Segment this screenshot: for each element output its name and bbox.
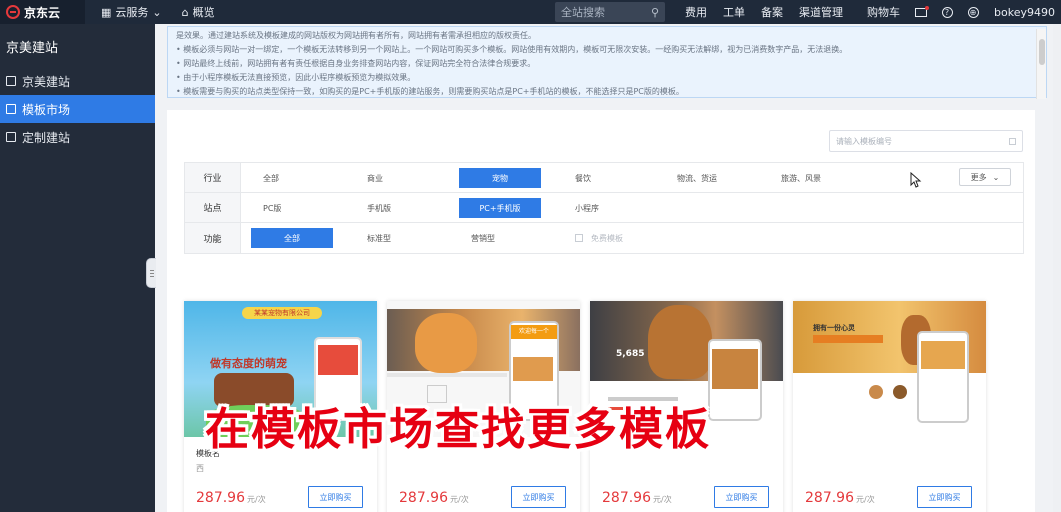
sidebar-item-jingmei-site[interactable]: 京美建站	[0, 67, 155, 95]
chevron-down-icon: ⌄	[992, 172, 1000, 182]
price-unit: 元/次	[653, 495, 672, 504]
jdcloud-logo-icon	[6, 5, 20, 19]
price-value: 287.96	[602, 490, 651, 506]
template-tag: 西	[196, 464, 204, 473]
price-unit: 元/次	[856, 495, 875, 504]
filter-row-industry: 行业 全部 商业 宠物 餐饮 物流、货运 旅游、风景 更多 ⌄	[185, 163, 1023, 193]
home-icon: ⌂	[181, 5, 189, 19]
billing-link[interactable]: 费用	[677, 0, 715, 24]
buy-now-button[interactable]: 立即购买	[308, 486, 363, 508]
filter-table: 行业 全部 商业 宠物 餐饮 物流、货运 旅游、风景 更多 ⌄ 站点 PC版 手…	[184, 162, 1024, 254]
more-button[interactable]: 更多 ⌄	[959, 168, 1011, 186]
ticket-link[interactable]: 工单	[715, 0, 753, 24]
custom-icon	[6, 132, 16, 142]
filter-row-site: 站点 PC版 手机版 PC+手机版 小程序	[185, 193, 1023, 223]
notice-line: • 网站最终上线前，网站拥有者有责任根据自身业务排查网站内容，保证网站完全符合法…	[176, 59, 536, 68]
filter-option[interactable]: 商业	[355, 168, 437, 188]
template-search[interactable]	[829, 130, 1023, 152]
company-banner: 某某宠物有限公司	[242, 307, 322, 319]
more-label: 更多	[970, 172, 987, 182]
chevron-down-icon: ⌄	[152, 5, 162, 19]
template-price: 287.96 元/次	[805, 490, 875, 506]
global-search[interactable]: ⚲	[555, 2, 665, 22]
filter-option[interactable]: 营销型	[459, 228, 541, 248]
filter-option[interactable]: 小程序	[563, 198, 645, 218]
buy-now-button[interactable]: 立即购买	[917, 486, 972, 508]
help-icon[interactable]: ?	[940, 5, 954, 19]
channel-management-link[interactable]: 渠道管理	[791, 0, 851, 24]
grid-icon: ▦	[101, 5, 112, 19]
price-value: 287.96	[805, 490, 854, 506]
price-value: 287.96	[399, 490, 448, 506]
banner-text: 欢迎每一个	[511, 325, 557, 339]
username[interactable]: bokey9490	[986, 0, 1061, 24]
template-price: 287.96 元/次	[399, 490, 469, 506]
sidebar-item-label: 京美建站	[22, 74, 71, 89]
filter-row-function: 功能 全部 标准型 营销型 免费模板	[185, 223, 1023, 253]
checkbox-icon	[575, 234, 583, 242]
buy-now-button[interactable]: 立即购买	[511, 486, 566, 508]
mail-icon[interactable]	[914, 5, 930, 19]
filter-label: 站点	[185, 193, 241, 222]
filter-option[interactable]: PC版	[251, 198, 333, 218]
price-unit: 元/次	[450, 495, 469, 504]
global-search-input[interactable]	[561, 5, 641, 19]
template-icon	[6, 104, 16, 114]
banner-text: 做有态度的萌宠	[210, 357, 287, 370]
notice-line: 是效果。通过建站系统及模板建成的网站版权为网站拥有者所有，网站拥有者需承担相应的…	[176, 31, 536, 40]
filter-option[interactable]: 标准型	[355, 228, 437, 248]
notice-line: • 模板需要与购买的站点类型保持一致，如购买的是PC+手机版的建站服务，则需要购…	[176, 87, 684, 96]
filter-option[interactable]: 餐饮	[563, 168, 645, 188]
overview-label: 概览	[192, 6, 215, 19]
notice-box: 是效果。通过建站系统及模板建成的网站版权为网站拥有者所有，网站拥有者需承担相应的…	[167, 26, 1047, 99]
price-value: 287.96	[196, 490, 245, 506]
sidebar-item-template-market[interactable]: 模板市场	[0, 95, 155, 123]
filter-label: 行业	[185, 163, 241, 192]
sidebar-item-custom-site[interactable]: 定制建站	[0, 123, 155, 151]
template-thumbnail[interactable]: 拥有一份心灵	[793, 301, 986, 437]
banner-text: 拥有一份心灵	[813, 324, 855, 332]
cloud-services-menu[interactable]: ▦ 云服务 ⌄	[91, 0, 172, 24]
template-card[interactable]: 拥有一份心灵 287.96 元/次 立即购买	[793, 301, 986, 512]
filter-option[interactable]: 全部	[251, 168, 333, 188]
cloud-services-label: 云服务	[115, 6, 149, 19]
price-unit: 元/次	[247, 495, 266, 504]
overview-link[interactable]: ⌂ 概览	[172, 0, 225, 24]
filter-option[interactable]: 手机版	[355, 198, 437, 218]
filter-option-selected[interactable]: PC+手机版	[459, 198, 541, 218]
site-icon	[6, 76, 16, 86]
sidebar: 京美建站 京美建站 模板市场 定制建站	[0, 24, 155, 512]
page-scrollbar[interactable]	[1053, 24, 1061, 512]
filter-label: 功能	[185, 223, 241, 253]
search-box-icon[interactable]	[1009, 137, 1016, 145]
sidebar-item-label: 定制建站	[22, 130, 71, 145]
buy-now-button[interactable]: 立即购买	[714, 486, 769, 508]
language-icon[interactable]: ⊕	[966, 5, 980, 19]
icp-filing-link[interactable]: 备案	[753, 0, 791, 24]
filter-option-selected[interactable]: 全部	[251, 228, 333, 248]
template-price: 287.96 元/次	[602, 490, 672, 506]
brand-name: 京东云	[24, 5, 61, 20]
filter-option[interactable]: 物流、货运	[665, 168, 747, 188]
sidebar-item-label: 模板市场	[22, 102, 71, 117]
notice-line: • 由于小程序模板无法直接预览，因此小程序模板预览为模拟效果。	[176, 73, 416, 82]
filter-option[interactable]: 旅游、风景	[769, 168, 851, 188]
free-template-label: 免费模板	[591, 233, 623, 243]
brand-logo[interactable]: 京东云	[0, 0, 85, 24]
top-bar: 京东云 ▦ 云服务 ⌄ ⌂ 概览 ⚲ 费用 工单 备案 渠道管理 购物车 ? ⊕…	[0, 0, 1061, 24]
search-icon[interactable]: ⚲	[651, 6, 659, 19]
free-template-checkbox[interactable]: 免费模板	[563, 228, 663, 248]
filter-option-selected[interactable]: 宠物	[459, 168, 541, 188]
template-price: 287.96 元/次	[196, 490, 266, 506]
notice-line: • 模板必须与网站一对一绑定，一个模板无法转移到另一个网站上。一个网站可购买多个…	[176, 45, 848, 54]
cart-link[interactable]: 购物车	[859, 0, 908, 24]
template-number-input[interactable]	[836, 136, 996, 146]
banner-text: 5,685	[616, 349, 645, 359]
sidebar-title: 京美建站	[6, 41, 59, 56]
video-subtitle: 在模板市场查找更多模板	[205, 404, 711, 455]
notice-scrollbar[interactable]	[1036, 29, 1046, 99]
